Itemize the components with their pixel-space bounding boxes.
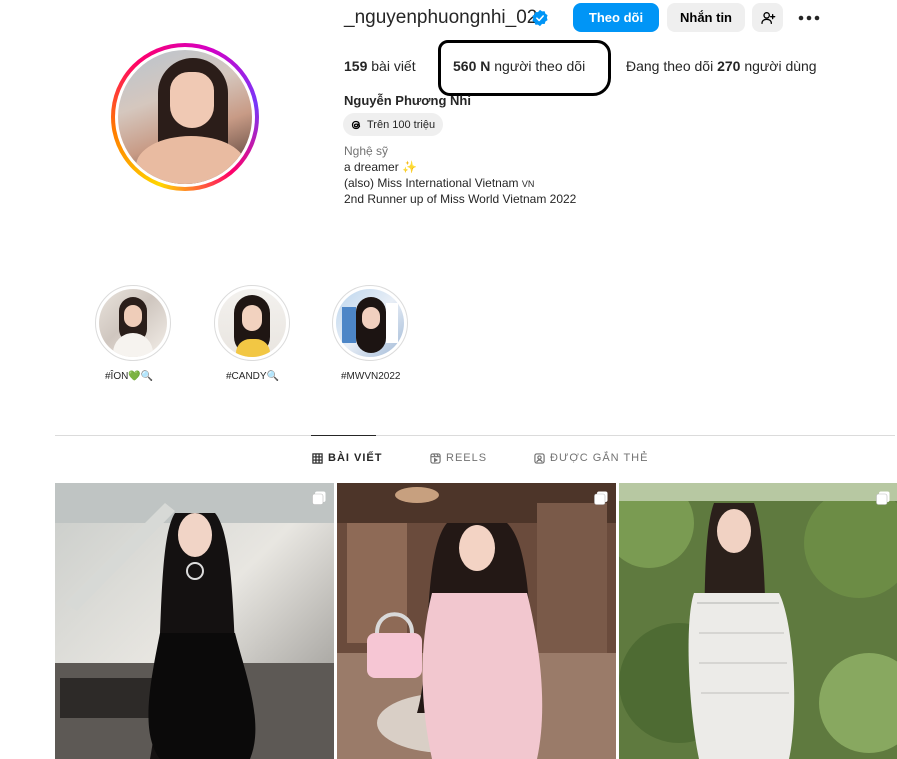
multiple-photos-icon xyxy=(312,491,326,505)
following-stat[interactable]: Đang theo dõi 270 người dùng xyxy=(626,58,817,74)
highlight-ion-label: #ÎON💚🔍 xyxy=(105,371,154,382)
verified-badge-icon xyxy=(532,9,548,27)
vietnam-flag-icon: VN xyxy=(521,179,535,189)
highlight-mwvn2022[interactable] xyxy=(332,285,408,361)
active-tab-indicator xyxy=(311,435,376,436)
posts-label: bài viết xyxy=(371,58,416,74)
tab-reels[interactable]: REELS xyxy=(430,452,487,464)
more-options-button[interactable] xyxy=(795,8,823,28)
following-prefix: Đang theo dõi xyxy=(626,58,714,74)
post-thumbnail[interactable] xyxy=(337,483,616,759)
threads-icon xyxy=(351,120,361,129)
profile-avatar[interactable] xyxy=(118,50,252,184)
message-button[interactable]: Nhắn tin xyxy=(667,3,745,32)
posts-count: 159 xyxy=(344,58,368,74)
highlight-mwvn2022-cover xyxy=(336,289,404,357)
multiple-photos-icon xyxy=(594,491,608,505)
more-icon xyxy=(798,15,820,21)
suggested-users-button[interactable] xyxy=(752,3,783,32)
tab-reels-label: REELS xyxy=(446,452,488,464)
tab-posts-label: BÀI VIẾT xyxy=(328,452,383,464)
highlight-candy[interactable] xyxy=(214,285,290,361)
highlight-candy-label: #CANDY🔍 xyxy=(226,371,280,382)
following-count: 270 xyxy=(717,58,741,74)
profile-full-name: Nguyễn Phương Nhi xyxy=(344,93,471,108)
highlight-mwvn2022-label: #MWVN2022 xyxy=(341,371,401,382)
tagged-icon xyxy=(534,452,545,464)
threads-badge[interactable]: Trên 100 triệu xyxy=(343,113,444,136)
post-3-image xyxy=(619,483,897,759)
bio-line-1: a dreamer ✨ xyxy=(344,160,417,174)
follow-button[interactable]: Theo dõi xyxy=(573,3,659,32)
posts-stat: 159 bài viết xyxy=(344,58,416,74)
highlight-ion[interactable] xyxy=(95,285,171,361)
tab-tagged[interactable]: ĐƯỢC GẮN THẺ xyxy=(534,452,648,464)
tab-tagged-label: ĐƯỢC GẮN THẺ xyxy=(550,452,649,464)
annotation-highlight-box xyxy=(438,40,611,96)
post-thumbnail[interactable] xyxy=(619,483,897,759)
highlight-candy-cover xyxy=(218,289,286,357)
post-thumbnail[interactable] xyxy=(55,483,334,759)
reels-icon xyxy=(430,452,441,464)
profile-avatar-ring[interactable] xyxy=(111,43,259,191)
tabs-divider xyxy=(55,435,895,436)
bio-line-3: 2nd Runner up of Miss World Vietnam 2022 xyxy=(344,192,577,206)
sparkles-icon: ✨ xyxy=(402,160,417,174)
bio-line-2: (also) Miss International Vietnam VN xyxy=(344,176,535,190)
profile-category: Nghệ sỹ xyxy=(344,144,389,158)
post-2-image xyxy=(337,483,616,759)
add-user-icon xyxy=(760,11,775,24)
grid-icon xyxy=(312,452,323,464)
tab-posts[interactable]: BÀI VIẾT xyxy=(312,452,382,464)
following-suffix: người dùng xyxy=(744,58,817,74)
multiple-photos-icon xyxy=(876,491,890,505)
threads-label: Trên 100 triệu xyxy=(367,118,436,131)
highlight-ion-cover xyxy=(99,289,167,357)
post-1-image xyxy=(55,483,334,759)
profile-username: _nguyenphuongnhi_02 xyxy=(344,7,538,28)
